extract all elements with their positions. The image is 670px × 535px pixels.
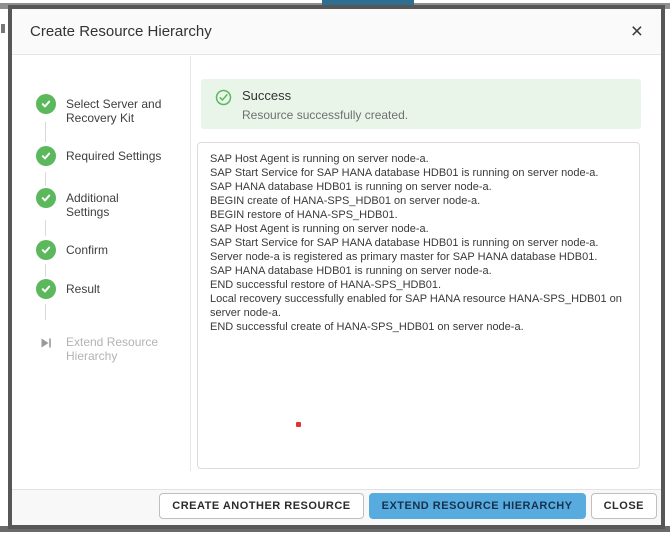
- step-additional-settings[interactable]: Additional Settings: [36, 188, 119, 219]
- log-line: BEGIN create of HANA-SPS_HDB01 on server…: [210, 195, 481, 207]
- success-check-icon: [215, 89, 232, 106]
- step-complete-check-icon: [36, 94, 56, 114]
- create-another-resource-button[interactable]: CREATE ANOTHER RESOURCE: [159, 493, 364, 519]
- log-line: SAP Start Service for SAP HANA database …: [210, 237, 599, 249]
- extend-resource-hierarchy-button[interactable]: EXTEND RESOURCE HIERARCHY: [368, 493, 586, 519]
- step-connector: [45, 122, 46, 142]
- log-line: END successful create of HANA-SPS_HDB01 …: [210, 321, 524, 333]
- log-line: SAP Host Agent is running on server node…: [210, 223, 429, 235]
- log-line: Local recovery successfully enabled for …: [210, 293, 622, 319]
- red-marker-dot: [296, 422, 301, 427]
- log-line: BEGIN restore of HANA-SPS_HDB01.: [210, 209, 398, 221]
- success-message: Resource successfully created.: [242, 108, 409, 122]
- close-icon[interactable]: ×: [629, 21, 645, 42]
- step-connector: [45, 264, 46, 277]
- success-title: Success: [242, 88, 292, 103]
- log-line: Server node-a is registered as primary m…: [210, 251, 598, 263]
- step-complete-check-icon: [36, 146, 56, 166]
- step-select-server-and-recovery-kit[interactable]: Select Server and Recovery Kit: [36, 94, 161, 125]
- log-line: SAP HANA database HDB01 is running on se…: [210, 181, 492, 193]
- step-result[interactable]: Result: [36, 279, 100, 299]
- success-banner: Success Resource successfully created.: [201, 79, 641, 129]
- page-backdrop: Create Resource Hierarchy × Select Serve…: [0, 0, 670, 535]
- step-label: Extend Resource Hierarchy: [66, 335, 159, 363]
- skip-forward-icon: [40, 336, 52, 348]
- dialog-titlebar: Create Resource Hierarchy ×: [12, 9, 661, 55]
- step-complete-check-icon: [36, 240, 56, 260]
- step-label: Result: [66, 282, 101, 296]
- step-connector: [45, 172, 46, 186]
- stepper-divider: [190, 56, 191, 471]
- wizard-stepper: Select Server and Recovery Kit Required …: [36, 94, 186, 394]
- result-log-panel[interactable]: SAP Host Agent is running on server node…: [197, 142, 640, 469]
- step-confirm[interactable]: Confirm: [36, 240, 108, 260]
- dialog-footer: CREATE ANOTHER RESOURCE EXTEND RESOURCE …: [12, 489, 661, 525]
- step-complete-check-icon: [36, 279, 56, 299]
- backdrop-text-fragment: [1, 24, 5, 33]
- log-line: SAP Start Service for SAP HANA database …: [210, 167, 599, 179]
- log-line: END successful restore of HANA-SPS_HDB01…: [210, 279, 442, 291]
- step-connector: [45, 220, 46, 236]
- log-line: SAP Host Agent is running on server node…: [210, 153, 429, 165]
- step-complete-check-icon: [36, 188, 56, 208]
- step-label: Additional Settings: [66, 191, 119, 219]
- step-required-settings[interactable]: Required Settings: [36, 146, 161, 166]
- step-label: Confirm: [66, 243, 109, 257]
- close-button[interactable]: CLOSE: [590, 493, 657, 519]
- log-line: SAP HANA database HDB01 is running on se…: [210, 265, 492, 277]
- step-label: Select Server and Recovery Kit: [66, 97, 162, 125]
- step-connector: [45, 304, 46, 320]
- step-extend-resource-hierarchy: Extend Resource Hierarchy: [36, 332, 158, 363]
- dialog-title: Create Resource Hierarchy: [30, 23, 212, 40]
- step-label: Required Settings: [66, 149, 162, 163]
- create-resource-hierarchy-dialog: Create Resource Hierarchy × Select Serve…: [8, 5, 665, 529]
